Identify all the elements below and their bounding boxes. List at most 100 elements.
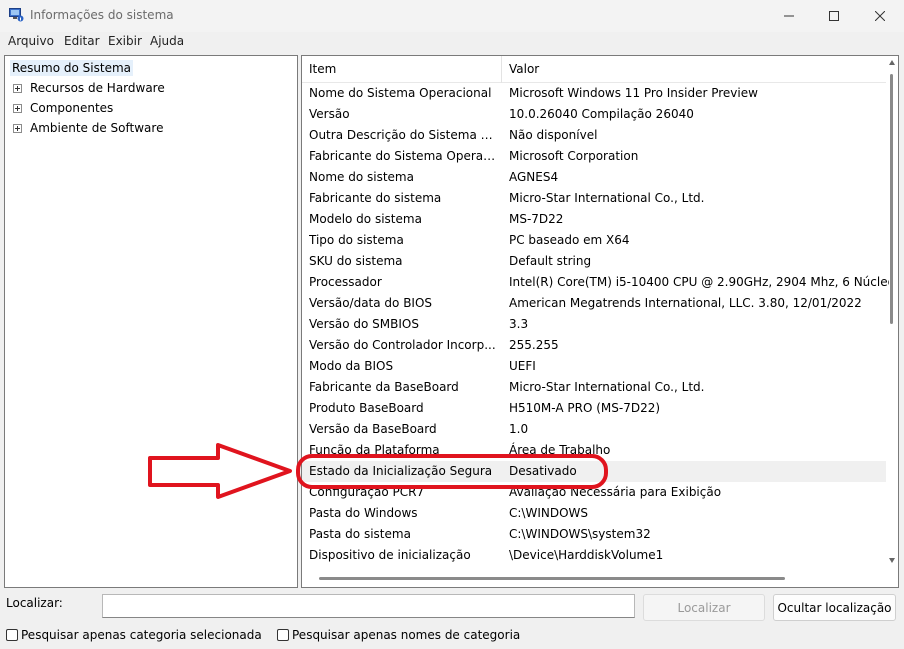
table-row[interactable]: Modelo do sistema MS-7D22 bbox=[302, 209, 886, 230]
tree-item-software-environment[interactable]: Ambiente de Software bbox=[13, 120, 163, 136]
find-button[interactable]: Localizar bbox=[643, 594, 765, 621]
scroll-down-arrow-icon[interactable] bbox=[889, 558, 895, 563]
cell-item: Versão bbox=[309, 107, 350, 121]
cell-value: H510M-A PRO (MS-7D22) bbox=[509, 401, 661, 415]
cell-value: Avaliação Necessária para Exibição bbox=[509, 485, 722, 499]
scroll-up-arrow-icon[interactable] bbox=[889, 60, 895, 65]
table-row[interactable]: Estado da Inicialização Segura Desativado bbox=[302, 461, 886, 482]
cell-value: 3.3 bbox=[509, 317, 529, 331]
cell-value: 10.0.26040 Compilação 26040 bbox=[509, 107, 694, 121]
maximize-button[interactable] bbox=[811, 0, 857, 32]
table-row[interactable]: SKU do sistema Default string bbox=[302, 251, 886, 272]
table-row[interactable]: Pasta do Windows C:\WINDOWS bbox=[302, 503, 886, 524]
cell-value: Desativado bbox=[509, 464, 577, 478]
hide-find-button[interactable]: Ocultar localização bbox=[773, 594, 896, 621]
minimize-button[interactable] bbox=[766, 0, 812, 32]
cell-value: AGNES4 bbox=[509, 170, 559, 184]
cell-item: Dispositivo de inicialização bbox=[309, 548, 471, 562]
cell-item: Versão do Controlador Incorp... bbox=[309, 338, 496, 352]
category-tree[interactable]: Resumo do Sistema Recursos de Hardware C… bbox=[4, 55, 298, 588]
search-selected-category-option[interactable]: Pesquisar apenas categoria selecionada bbox=[6, 627, 262, 643]
find-label: Localizar: bbox=[6, 596, 63, 610]
table-row[interactable]: Nome do sistema AGNES4 bbox=[302, 167, 886, 188]
cell-value: 1.0 bbox=[509, 422, 529, 436]
cell-value: PC baseado em X64 bbox=[509, 233, 630, 247]
find-input[interactable] bbox=[102, 594, 635, 618]
table-row[interactable]: Dispositivo de inicialização \Device\Hard… bbox=[302, 545, 886, 566]
cell-value: Micro-Star International Co., Ltd. bbox=[509, 191, 705, 205]
column-header-value[interactable]: Valor bbox=[502, 56, 886, 83]
table-row[interactable]: Versão/data do BIOS American Megatrends I… bbox=[302, 293, 886, 314]
tree-item-hardware-resources[interactable]: Recursos de Hardware bbox=[13, 80, 165, 96]
cell-value: American Megatrends International, LLC. … bbox=[509, 296, 862, 310]
table-row[interactable]: Nome do Sistema Operacional Microsoft Win… bbox=[302, 83, 886, 104]
cell-value: Não disponível bbox=[509, 128, 598, 142]
table-row[interactable]: Pasta do sistema C:\WINDOWS\system32 bbox=[302, 524, 886, 545]
table-row[interactable]: Outra Descrição do Sistema O... Não dispo… bbox=[302, 125, 886, 146]
menu-ajuda[interactable]: Ajuda bbox=[150, 34, 184, 48]
cell-value: Intel(R) Core(TM) i5-10400 CPU @ 2.90GHz… bbox=[509, 275, 889, 289]
close-button[interactable] bbox=[857, 0, 903, 32]
cell-item: Versão do SMBIOS bbox=[309, 317, 419, 331]
table-row[interactable]: Versão do SMBIOS 3.3 bbox=[302, 314, 886, 335]
table-row[interactable]: Versão da BaseBoard 1.0 bbox=[302, 419, 886, 440]
cell-item: Nome do sistema bbox=[309, 170, 414, 184]
table-row[interactable]: Fabricante do sistema Micro-Star Internat… bbox=[302, 188, 886, 209]
cell-value: Microsoft Windows 11 Pro Insider Preview bbox=[509, 86, 758, 100]
cell-item: Função da Plataforma bbox=[309, 443, 440, 457]
list-rows: Nome do Sistema Operacional Microsoft Win… bbox=[302, 83, 889, 566]
cell-item: Pasta do Windows bbox=[309, 506, 418, 520]
checkbox[interactable] bbox=[6, 629, 18, 641]
menu-exibir[interactable]: Exibir bbox=[108, 34, 142, 48]
horizontal-scrollbar[interactable] bbox=[302, 571, 886, 585]
checkbox[interactable] bbox=[277, 629, 289, 641]
expand-plus-icon[interactable] bbox=[13, 83, 22, 93]
menu-arquivo[interactable]: Arquivo bbox=[8, 34, 54, 48]
expand-plus-icon[interactable] bbox=[13, 103, 22, 113]
table-row[interactable]: Modo da BIOS UEFI bbox=[302, 356, 886, 377]
table-row[interactable]: Versão do Controlador Incorp... 255.255 bbox=[302, 335, 886, 356]
table-row[interactable]: Função da Plataforma Área de Trabalho bbox=[302, 440, 886, 461]
cell-item: Pasta do sistema bbox=[309, 527, 411, 541]
title-bar: Informações do sistema bbox=[0, 0, 904, 32]
cell-item: Fabricante do sistema bbox=[309, 191, 442, 205]
details-list[interactable]: Item Valor Nome do Sistema Operacional Mi… bbox=[301, 55, 899, 588]
menu-bar: Arquivo Editar Exibir Ajuda bbox=[0, 32, 904, 52]
table-row[interactable]: Produto BaseBoard H510M-A PRO (MS-7D22) bbox=[302, 398, 886, 419]
list-header: Item Valor bbox=[302, 56, 886, 83]
cell-item: Fabricante do Sistema Operaci... bbox=[309, 149, 499, 163]
window-title: Informações do sistema bbox=[30, 8, 174, 22]
tree-item-system-summary[interactable]: Resumo do Sistema bbox=[10, 60, 133, 76]
cell-item: Modo da BIOS bbox=[309, 359, 394, 373]
cell-item: Tipo do sistema bbox=[309, 233, 404, 247]
cell-value: Default string bbox=[509, 254, 592, 268]
tree-item-label: Componentes bbox=[30, 101, 114, 115]
vertical-scrollbar[interactable] bbox=[886, 56, 898, 569]
checkbox-label: Pesquisar apenas categoria selecionada bbox=[21, 628, 262, 642]
cell-value: 255.255 bbox=[509, 338, 559, 352]
column-header-item[interactable]: Item bbox=[302, 56, 502, 83]
table-row[interactable]: Configuração PCR7 Avaliação Necessária pa… bbox=[302, 482, 886, 503]
table-row[interactable]: Fabricante da BaseBoard Micro-Star Intern… bbox=[302, 377, 886, 398]
cell-item: Versão/data do BIOS bbox=[309, 296, 433, 310]
table-row[interactable]: Processador Intel(R) Core(TM) i5-10400 CP… bbox=[302, 272, 889, 293]
search-category-names-option[interactable]: Pesquisar apenas nomes de categoria bbox=[277, 627, 520, 643]
table-row[interactable]: Versão 10.0.26040 Compilação 26040 bbox=[302, 104, 886, 125]
expand-plus-icon[interactable] bbox=[13, 123, 22, 133]
vertical-scroll-thumb[interactable] bbox=[890, 74, 893, 324]
table-row[interactable]: Fabricante do Sistema Operaci... Microsof… bbox=[302, 146, 886, 167]
tree-item-components[interactable]: Componentes bbox=[13, 100, 113, 116]
menu-editar[interactable]: Editar bbox=[64, 34, 100, 48]
cell-value: Área de Trabalho bbox=[509, 443, 611, 457]
cell-value: UEFI bbox=[509, 359, 536, 373]
cell-item: Configuração PCR7 bbox=[309, 485, 425, 499]
horizontal-scroll-thumb[interactable] bbox=[319, 577, 785, 580]
minimize-icon bbox=[784, 15, 794, 17]
cell-item: Outra Descrição do Sistema O... bbox=[309, 128, 499, 142]
tree-item-label: Recursos de Hardware bbox=[30, 81, 165, 95]
cell-item: Modelo do sistema bbox=[309, 212, 422, 226]
cell-item: Produto BaseBoard bbox=[309, 401, 424, 415]
table-row[interactable]: Tipo do sistema PC baseado em X64 bbox=[302, 230, 886, 251]
cell-value: Micro-Star International Co., Ltd. bbox=[509, 380, 705, 394]
checkbox-label: Pesquisar apenas nomes de categoria bbox=[292, 628, 521, 642]
